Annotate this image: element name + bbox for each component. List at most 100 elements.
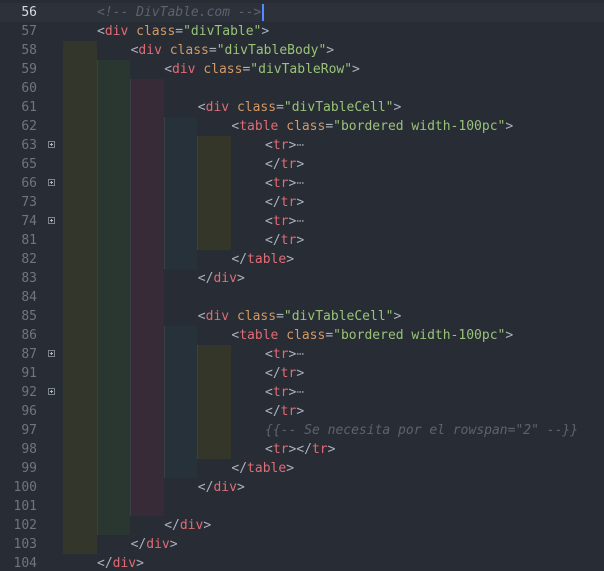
indent-guide-band [96,212,131,231]
code-line[interactable]: 92 <tr>⋯ [0,383,604,402]
code-line[interactable]: 66 <tr>⋯ [0,174,604,193]
indent-guide-band [163,155,198,174]
code-text[interactable]: <div class="divTableCell"> [198,98,402,117]
indent-guide-line [130,155,132,174]
code-text[interactable]: <table class="bordered width-100pc"> [231,326,513,345]
code-text[interactable]: <tr>⋯ [265,212,304,231]
code-line[interactable]: 91 </tr> [0,364,604,383]
code-line[interactable]: 104 </div> [0,554,604,571]
code-line[interactable]: 60 [0,79,604,98]
indent-guide-line [130,440,132,459]
indent-guide-line [130,288,132,307]
code-line[interactable]: 81 </tr> [0,231,604,250]
code-text[interactable]: </div> [198,478,245,497]
code-text[interactable]: </tr> [265,193,304,212]
code-text[interactable]: <div class="divTableRow"> [164,60,360,79]
indent-guide-line [163,459,165,478]
code-line[interactable]: 57 <div class="divTable"> [0,22,604,41]
indent-guide-band [130,174,164,193]
code-text[interactable]: <div class="divTableCell"> [198,307,402,326]
code-line[interactable]: 85 <div class="divTableCell"> [0,307,604,326]
code-token-tag: tr [311,442,328,457]
line-number: 86 [21,328,37,343]
code-text[interactable]: </table> [231,250,294,269]
indent-guide-band [96,326,131,345]
code-text[interactable]: <tr></tr> [265,440,335,459]
code-token-punct: > [296,404,305,419]
code-token-punct: </ [197,271,214,286]
expand-fold-icon[interactable] [48,217,55,224]
code-text[interactable]: <tr>⋯ [265,345,304,364]
code-line[interactable]: 103 </div> [0,535,604,554]
indent-guide-band [130,155,164,174]
code-editor[interactable]: 56 <!-- DivTable.com --> 57 <div class="div… [0,0,604,571]
code-line[interactable]: 65 </tr> [0,155,604,174]
code-text[interactable]: </div> [131,535,178,554]
code-text[interactable]: </table> [231,459,294,478]
code-token-tag: table [239,328,279,343]
code-token-attr: class [236,100,277,115]
indent-guide-band [96,155,131,174]
code-text[interactable]: <tr>⋯ [265,136,304,155]
code-token-punct: </ [265,366,281,381]
expand-fold-icon[interactable] [48,179,55,186]
code-text[interactable]: </div> [97,554,144,571]
expand-fold-icon[interactable] [48,350,55,357]
code-line[interactable]: 73 </tr> [0,193,604,212]
code-line[interactable]: 99 </table> [0,459,604,478]
code-text[interactable]: </tr> [265,364,304,383]
indent-guide-band [96,459,131,478]
code-line[interactable]: 97 {{-- Se necesita por el rowspan="2" --… [0,421,604,440]
code-token-comment: <!-- DivTable.com --> [97,5,262,20]
code-line[interactable]: 98 <tr></tr> [0,440,604,459]
code-line[interactable]: 87 <tr>⋯ [0,345,604,364]
code-line[interactable]: 102 </div> [0,516,604,535]
code-text[interactable]: </div> [164,516,211,535]
code-line[interactable]: 100 </div> [0,478,604,497]
indent-guide-band [96,383,131,402]
code-line[interactable]: 86 <table class="bordered width-100pc"> [0,326,604,345]
code-line[interactable]: 101 [0,497,604,516]
code-token-tag: div [146,537,170,552]
code-token-punct: > [296,157,305,172]
code-line[interactable]: 56 <!-- DivTable.com --> [0,3,604,22]
code-text[interactable]: </tr> [265,231,304,250]
indent-guide-band [63,155,97,174]
indent-guide-band [163,421,198,440]
indent-guide-band [130,383,164,402]
code-text[interactable]: <tr>⋯ [265,383,304,402]
code-line[interactable]: 61 <div class="divTableCell"> [0,98,604,117]
code-text[interactable]: <!-- DivTable.com --> [97,3,261,22]
indent-guide-band [163,136,198,155]
code-text[interactable]: <div class="divTable"> [97,22,269,41]
code-token-punct: < [197,100,206,115]
code-token-punct: ></ [288,442,312,457]
code-line[interactable]: 96 </tr> [0,402,604,421]
code-line[interactable]: 62 <table class="bordered width-100pc"> [0,117,604,136]
code-line[interactable]: 59 <div class="divTableRow"> [0,60,604,79]
code-line[interactable]: 58 <div class="divTableBody"> [0,41,604,60]
indent-guide-band [163,364,198,383]
indent-guide-band [63,79,97,98]
code-line[interactable]: 82 </table> [0,250,604,269]
code-text[interactable]: {{-- Se necesita por el rowspan="2" --}} [265,421,578,440]
code-line[interactable]: 84 [0,288,604,307]
code-text[interactable]: </div> [198,269,245,288]
indent-guide-line [96,402,98,421]
indent-guide-line [96,516,98,535]
expand-fold-icon[interactable] [48,141,55,148]
code-token-punct: > [393,309,402,324]
code-text[interactable]: <table class="bordered width-100pc"> [231,117,513,136]
code-token-punct: </ [231,461,248,476]
expand-fold-icon[interactable] [48,388,55,395]
code-line[interactable]: 83 </div> [0,269,604,288]
indent-guide-line [197,212,199,231]
code-line[interactable]: 74 <tr>⋯ [0,212,604,231]
line-number: 73 [21,195,37,210]
code-text[interactable]: </tr> [265,155,304,174]
code-text[interactable]: </tr> [265,402,304,421]
code-line[interactable]: 63 <tr>⋯ [0,136,604,155]
code-text[interactable]: <div class="divTableBody"> [131,41,335,60]
indent-guide-band [163,117,198,136]
code-text[interactable]: <tr>⋯ [265,174,304,193]
